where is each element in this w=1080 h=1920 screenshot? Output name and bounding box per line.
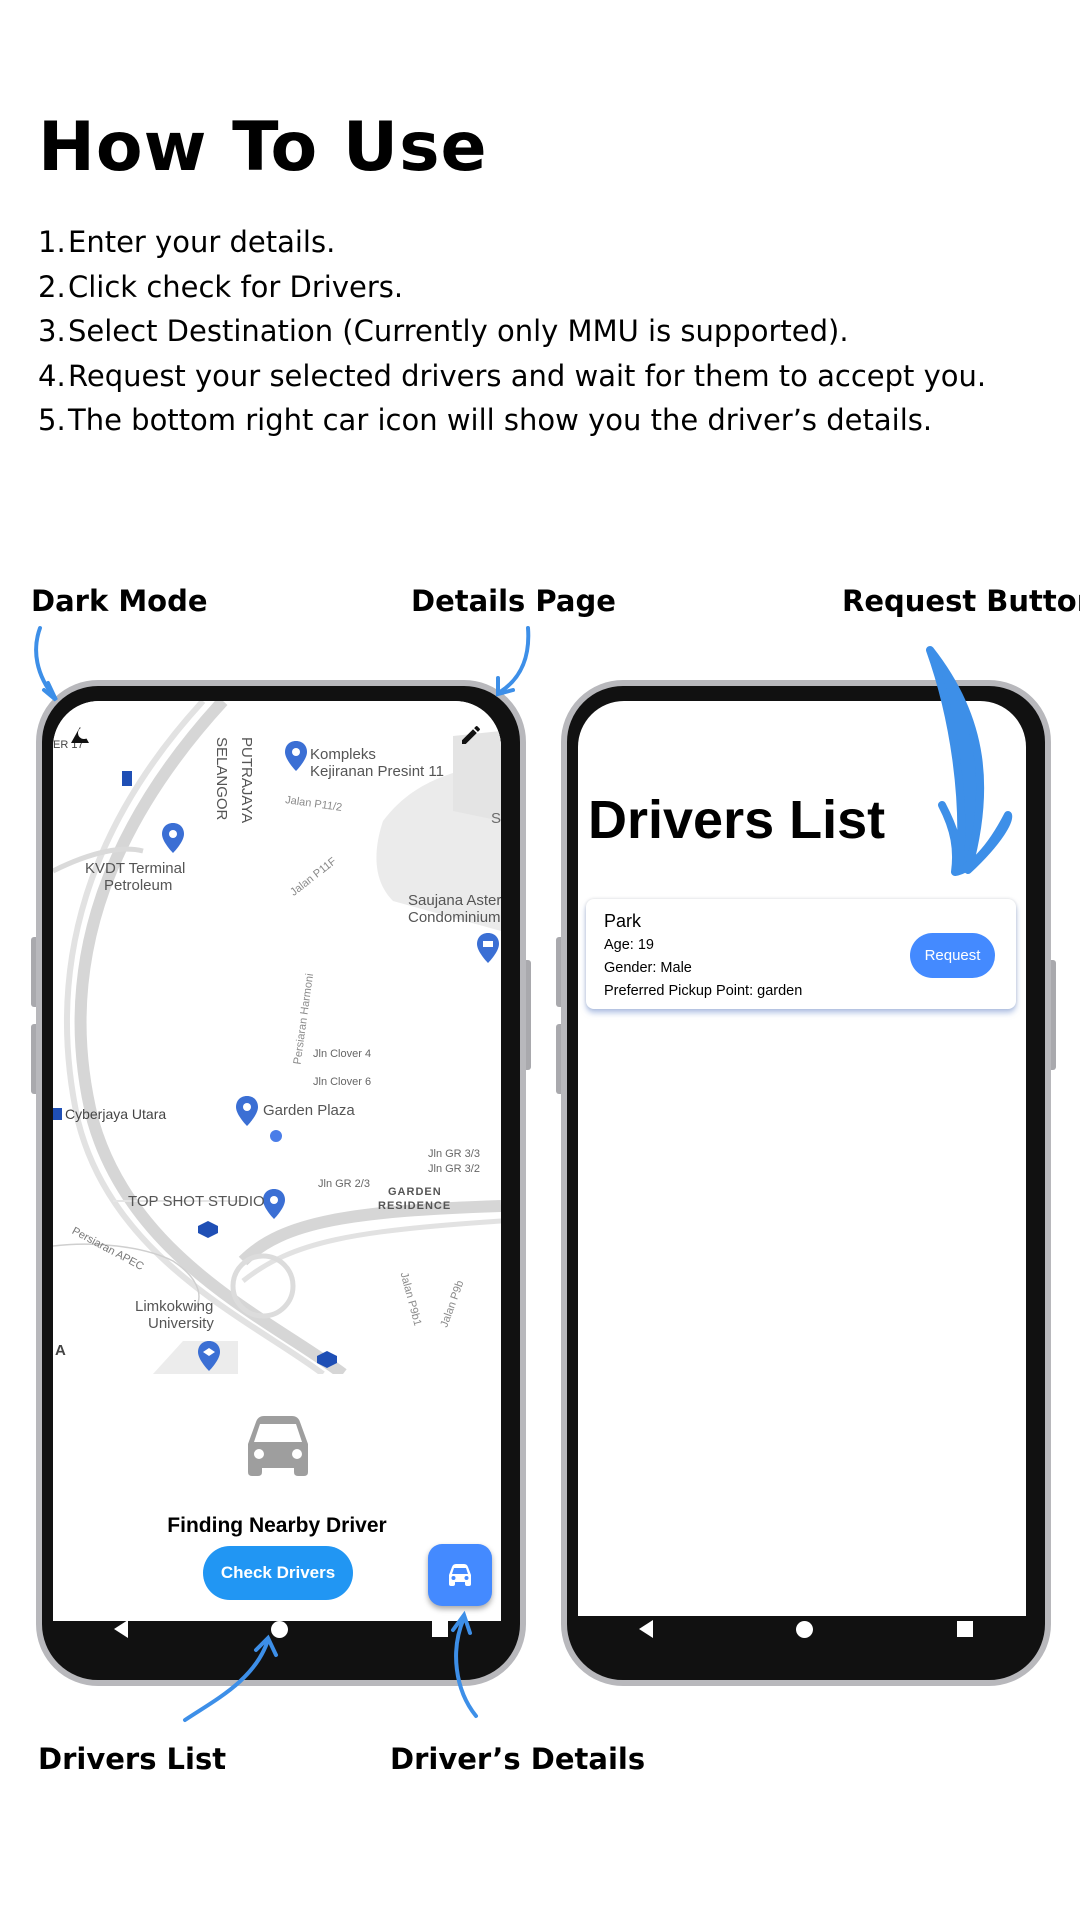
driver-name: Park (604, 911, 642, 931)
map-label: SELANGOR (213, 737, 230, 821)
android-nav-bar (567, 1596, 1045, 1662)
edit-icon[interactable] (459, 723, 483, 747)
step-number: 5. (38, 403, 66, 437)
back-icon[interactable] (113, 1620, 128, 1638)
list-item: 4.Request your selected drivers and wait… (38, 354, 986, 399)
map-label: Jln Clover 6 (313, 1076, 372, 1088)
callout-drivers-list: Drivers List (38, 1742, 227, 1776)
callout-request-button: Request Button (842, 584, 1080, 618)
recent-apps-icon[interactable] (432, 1621, 449, 1637)
map-label: Condominium (408, 909, 501, 926)
home-icon[interactable] (271, 1620, 289, 1638)
callout-details-page: Details Page (411, 584, 616, 618)
list-item: 1.Enter your details. (38, 220, 986, 265)
map-label: TOP SHOT STUDIO (128, 1193, 265, 1210)
step-text: Request your selected drivers and wait f… (68, 358, 987, 393)
map-label: RESIDENCE (378, 1200, 452, 1212)
driver-age: Age: 19 (604, 937, 654, 953)
location-pin-icon (162, 823, 184, 853)
phone-frame-home: ER 17 SELANGOR PUTRAJAYA Kompleks Kejira… (36, 680, 526, 1686)
step-text: Click check for Drivers. (68, 269, 404, 304)
drivers-list-title: Drivers List (588, 790, 886, 850)
list-item: 3.Select Destination (Currently only MMU… (38, 309, 986, 354)
map-label: Jln Clover 4 (313, 1048, 372, 1060)
map-label: Kejiranan Presint 11 (310, 763, 444, 780)
phone-frame-drivers: Drivers List Park Age: 19 Gender: Male P… (561, 680, 1051, 1686)
map-label: KVDT Terminal (85, 860, 186, 877)
home-icon[interactable] (796, 1620, 814, 1638)
map-label: Kompleks (310, 746, 376, 763)
recent-apps-icon[interactable] (957, 1621, 974, 1637)
dark-mode-icon[interactable] (68, 723, 92, 747)
check-drivers-button[interactable]: Check Drivers (203, 1546, 353, 1600)
map-label: University (148, 1315, 214, 1332)
arrow-dark-mode (34, 626, 57, 700)
map-label: Saujana Aster (408, 892, 501, 909)
driver-gender: Gender: Male (604, 960, 692, 976)
map-label: Cyberjaya Utara (65, 1106, 167, 1122)
arrow-details-page (498, 626, 531, 694)
driver-card: Park Age: 19 Gender: Male Preferred Pick… (586, 899, 1016, 1009)
home-screen: ER 17 SELANGOR PUTRAJAYA Kompleks Kejira… (53, 701, 501, 1621)
map-view[interactable]: ER 17 SELANGOR PUTRAJAYA Kompleks Kejira… (53, 701, 501, 1374)
location-pin-icon (236, 1096, 258, 1126)
map-label: S (491, 810, 501, 827)
map-label: Petroleum (104, 877, 173, 894)
status-text: Finding Nearby Driver (167, 1514, 387, 1537)
callout-drivers-details: Driver’s Details (390, 1742, 646, 1776)
map-roads (53, 701, 501, 1374)
driver-pickup: Preferred Pickup Point: garden (604, 983, 803, 999)
map-label: Jln GR 3/3 (428, 1148, 480, 1160)
step-text: The bottom right car icon will show you … (68, 403, 933, 437)
step-number: 2. (38, 269, 66, 304)
page-title: How To Use (38, 108, 488, 187)
callout-dark-mode: Dark Mode (31, 584, 208, 618)
map-label: Garden Plaza (263, 1102, 355, 1119)
car-fab-icon (449, 1564, 471, 1586)
back-icon[interactable] (638, 1620, 653, 1638)
map-label: Jln GR 3/2 (428, 1163, 480, 1175)
university-pin-icon (198, 1341, 220, 1371)
current-location-dot-icon (268, 1128, 284, 1144)
location-pin-icon (263, 1189, 285, 1219)
car-icon (248, 1416, 308, 1476)
list-item: 2.Click check for Drivers. (38, 265, 986, 310)
drivers-screen: Drivers List Park Age: 19 Gender: Male P… (578, 701, 1026, 1616)
map-label: Jln GR 2/3 (318, 1178, 370, 1190)
map-label: Limkokwing (135, 1298, 214, 1315)
step-number: 3. (38, 314, 66, 348)
school-pin-icon (285, 741, 307, 771)
map-label: A (55, 1342, 66, 1359)
step-text: Select Destination (Currently only MMU i… (68, 314, 849, 348)
step-text: Enter your details. (68, 225, 336, 259)
list-item: 5.The bottom right car icon will show yo… (38, 398, 986, 443)
step-number: 4. (38, 358, 66, 393)
instructions-list: 1.Enter your details. 2.Click check for … (38, 220, 986, 443)
android-nav-bar (42, 1596, 520, 1662)
request-button[interactable]: Request (910, 933, 995, 978)
step-number: 1. (38, 225, 66, 259)
hotel-pin-icon (477, 933, 499, 963)
map-label: PUTRAJAYA (238, 737, 255, 824)
